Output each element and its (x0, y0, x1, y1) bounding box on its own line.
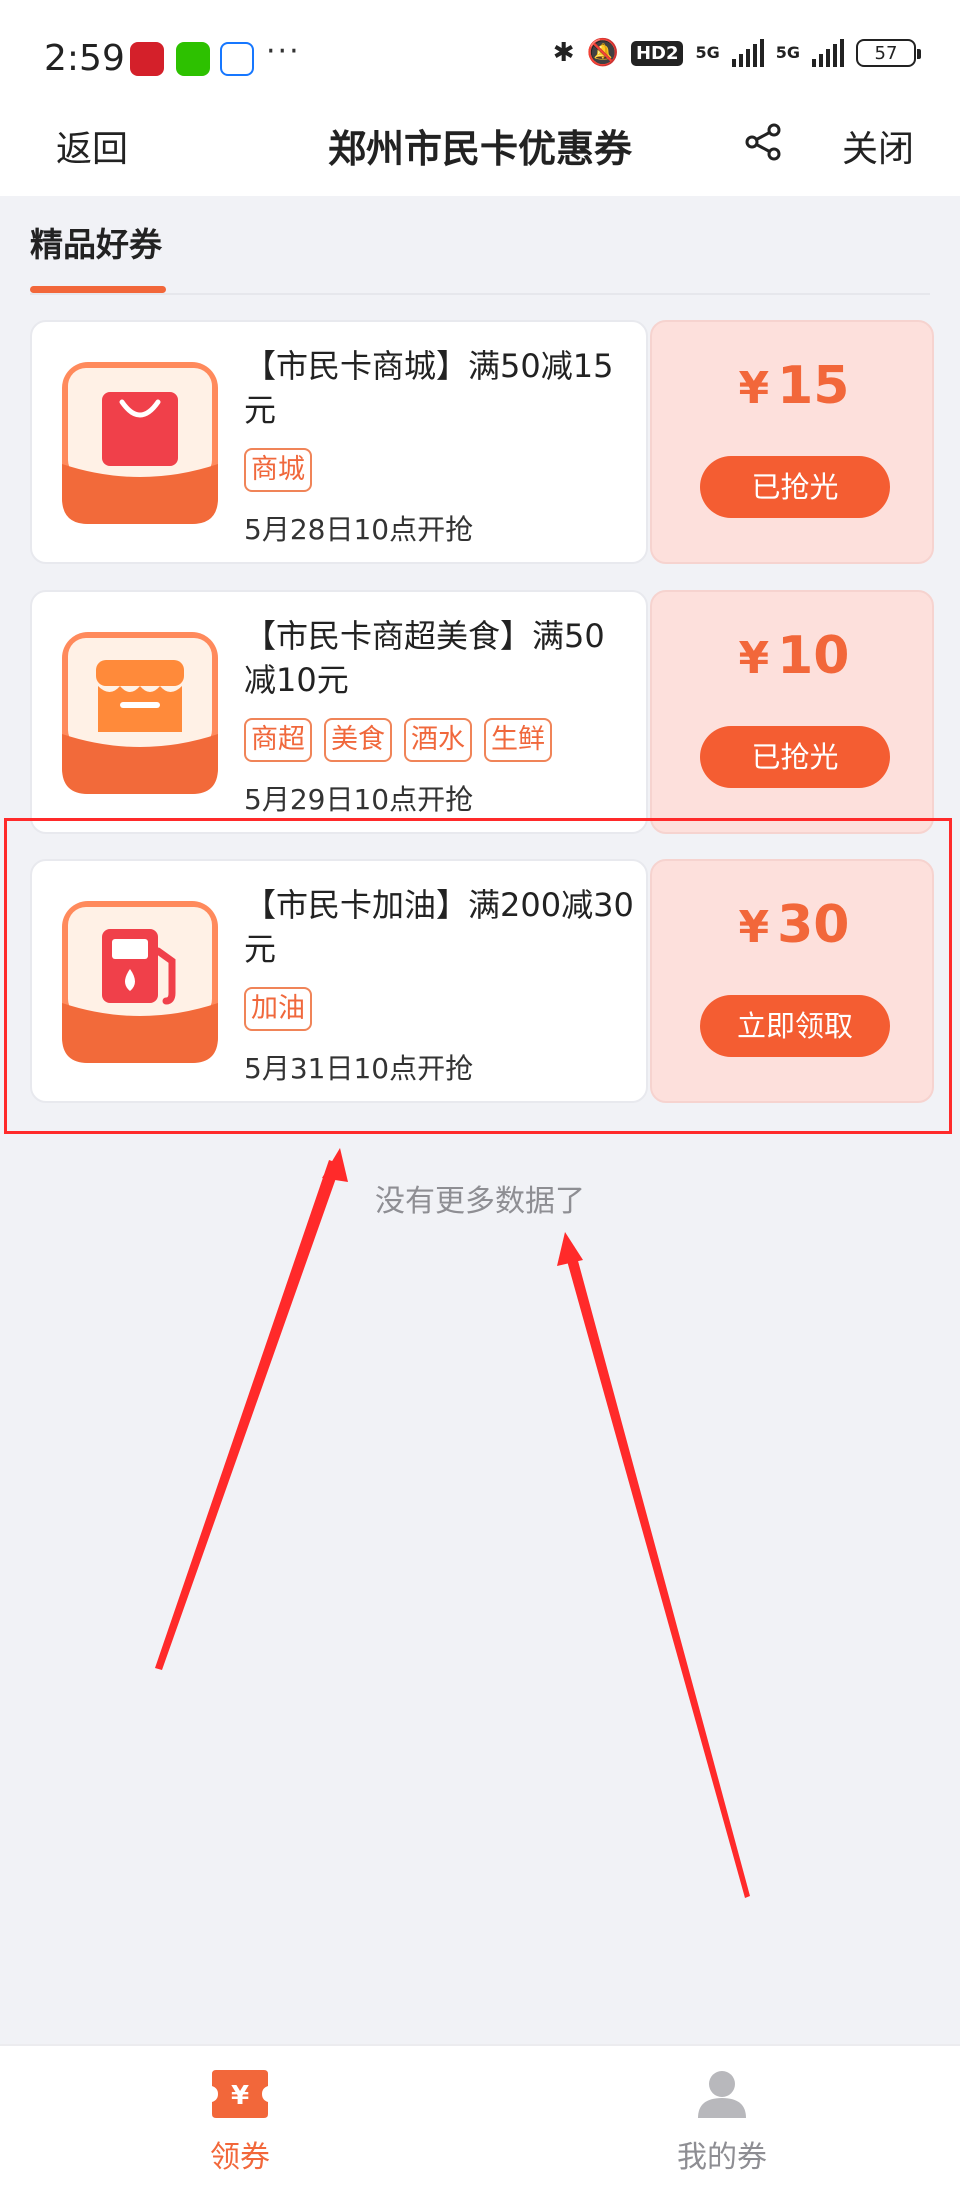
signal-label-1: 5G (695, 43, 720, 62)
tab-my-coupons[interactable]: 我的券 (622, 2066, 822, 2176)
coupon-tag: 商超 (244, 718, 312, 762)
coupon-value: 10 (777, 626, 850, 686)
app-notification-icon (130, 42, 164, 76)
coupon-tag: 酒水 (404, 718, 472, 762)
coupon-yen-icon: ¥ (212, 2070, 268, 2118)
bluetooth-icon: ✱ (552, 38, 575, 68)
coupon-info[interactable]: 【市民卡商超美食】满50减10元 商超 美食 酒水 生鲜 5月29日10点开抢 (30, 590, 648, 834)
annotation-arrow (155, 1148, 348, 1670)
user-icon (698, 2071, 746, 2118)
nav-bar: 返回 郑州市民卡优惠券 关闭 (0, 98, 960, 196)
currency-symbol: ¥ (738, 633, 770, 684)
battery-icon: 57 (856, 39, 921, 67)
coupon-amount: ¥10 (652, 626, 936, 686)
bottom-tab-bar: ¥ 领券 我的券 (0, 2044, 960, 2187)
shopping-bag-icon (62, 362, 218, 524)
page-title: 郑州市民卡优惠券 (327, 127, 632, 171)
coupon-start-date: 5月28日10点开抢 (244, 513, 474, 546)
coupon-title: 【市民卡商超美食】满50减10元 (244, 617, 605, 699)
coupon-tag: 美食 (324, 718, 392, 762)
coupon-title: 【市民卡商城】满50减15元 (244, 347, 614, 429)
coupon-card: 【市民卡商超美食】满50减10元 商超 美食 酒水 生鲜 5月29日10点开抢 … (30, 590, 934, 834)
signal-label-2: 5G (775, 43, 800, 62)
store-icon (62, 632, 218, 794)
signal-bars-icon (731, 39, 764, 67)
sold-out-button[interactable]: 已抢光 (700, 456, 890, 518)
svg-text:¥: ¥ (231, 2081, 249, 2111)
tab-get-coupons[interactable]: ¥ 领券 (140, 2066, 340, 2176)
coupon-start-date: 5月29日10点开抢 (244, 783, 474, 816)
coupon-tag: 生鲜 (484, 718, 552, 762)
list-end-text: 没有更多数据了 (375, 1184, 585, 1219)
status-time: 2:59 (44, 38, 125, 79)
coupon-price-panel: ¥10 已抢光 (650, 590, 934, 834)
tab-label: 领券 (210, 2140, 270, 2175)
share-icon[interactable] (744, 122, 784, 162)
annotation-arrow (557, 1232, 750, 1898)
tab-divider (30, 293, 930, 295)
tab-premium-coupons[interactable]: 精品好券 (30, 218, 162, 266)
close-button[interactable]: 关闭 (842, 120, 914, 172)
tab-label: 我的券 (677, 2140, 767, 2175)
coupon-card: 【市民卡商城】满50减15元 商城 5月28日10点开抢 ¥15 已抢光 (30, 320, 934, 564)
coupon-value: 15 (777, 356, 850, 416)
coupon-info[interactable]: 【市民卡商城】满50减15元 商城 5月28日10点开抢 (30, 320, 648, 564)
coupon-tags: 商超 美食 酒水 生鲜 (244, 718, 552, 762)
status-icons: ✱ 🔕 HD2 5G 5G 57 (552, 38, 921, 68)
alipay-notification-icon (220, 42, 254, 76)
more-notifications-icon: ··· (266, 34, 301, 69)
coupon-tag: 商城 (244, 448, 312, 492)
sold-out-button[interactable]: 已抢光 (700, 726, 890, 788)
wechat-notification-icon (176, 42, 210, 76)
annotation-highlight-box (4, 818, 952, 1134)
coupon-amount: ¥15 (652, 356, 936, 416)
hd-badge: HD2 (630, 40, 684, 66)
signal-bars-icon (812, 39, 844, 67)
category-tabs: 精品好券 (0, 196, 960, 296)
coupon-tags: 商城 (244, 448, 312, 492)
currency-symbol: ¥ (738, 363, 770, 414)
coupon-price-panel: ¥15 已抢光 (650, 320, 934, 564)
mute-bell-icon: 🔕 (586, 38, 619, 68)
tab-indicator (30, 286, 166, 293)
